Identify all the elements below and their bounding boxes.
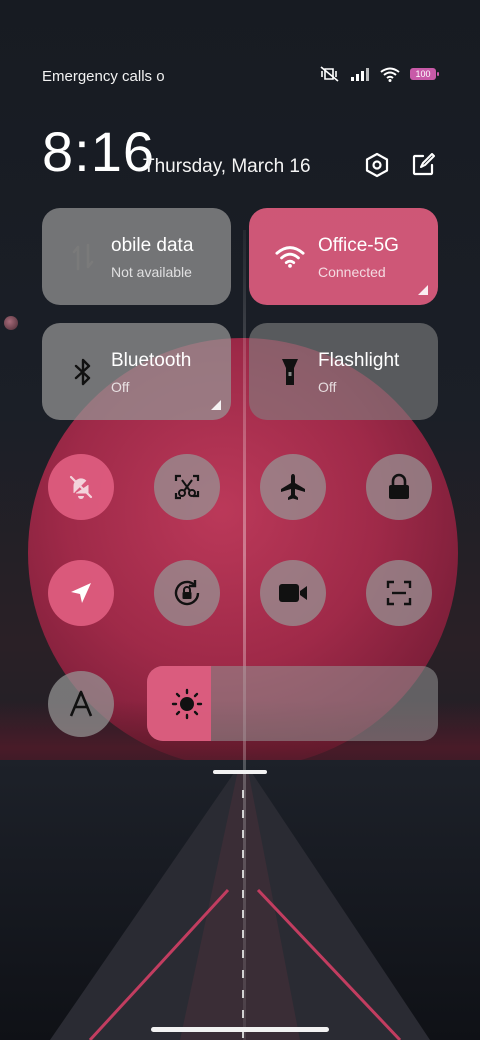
screenshot-toggle[interactable] bbox=[154, 454, 220, 520]
scissors-icon bbox=[174, 474, 200, 500]
wifi-subtitle: Connected bbox=[318, 264, 386, 280]
letter-a-icon bbox=[69, 690, 93, 717]
settings-button[interactable] bbox=[362, 150, 392, 180]
screen-recorder-toggle[interactable] bbox=[260, 560, 326, 626]
home-indicator[interactable] bbox=[151, 1027, 329, 1032]
location-arrow-icon bbox=[71, 583, 91, 603]
silent-mode-toggle[interactable] bbox=[48, 454, 114, 520]
airplane-mode-toggle[interactable] bbox=[260, 454, 326, 520]
flashlight-tile[interactable]: Flashlight Off bbox=[249, 323, 438, 420]
bell-off-icon bbox=[69, 475, 93, 499]
signal-icon bbox=[351, 68, 369, 81]
flashlight-title: Flashlight bbox=[318, 350, 400, 371]
wifi-icon bbox=[275, 242, 305, 272]
flashlight-subtitle: Off bbox=[318, 379, 337, 395]
clock: 8:16 bbox=[42, 120, 155, 183]
data-arrows-icon bbox=[68, 242, 98, 272]
rotation-lock-toggle[interactable] bbox=[154, 560, 220, 626]
wifi-status-icon bbox=[380, 67, 400, 82]
wifi-expand-corner[interactable] bbox=[418, 285, 428, 295]
scan-icon bbox=[386, 580, 412, 606]
airplane-icon bbox=[281, 474, 305, 500]
mobile-data-title: obile data bbox=[111, 235, 194, 256]
road bbox=[50, 770, 430, 1040]
vibrate-off-icon bbox=[320, 66, 339, 82]
battery-icon: 100 bbox=[410, 68, 439, 80]
bluetooth-title: Bluetooth bbox=[111, 350, 192, 371]
hexagon-settings-icon bbox=[365, 152, 389, 178]
date: Thursday, March 16 bbox=[143, 156, 311, 177]
panel-drag-handle[interactable] bbox=[213, 770, 267, 774]
lock-icon bbox=[389, 473, 409, 499]
font-size-toggle[interactable] bbox=[48, 671, 114, 737]
mobile-data-tile[interactable]: obile data Not available bbox=[42, 208, 231, 305]
location-toggle[interactable] bbox=[48, 560, 114, 626]
bluetooth-icon bbox=[68, 357, 98, 387]
brightness-slider[interactable] bbox=[147, 666, 438, 741]
bluetooth-expand-corner[interactable] bbox=[211, 400, 221, 410]
wifi-title: Office-5G bbox=[318, 235, 399, 256]
edit-button[interactable] bbox=[408, 150, 438, 180]
lock-screen-toggle[interactable] bbox=[366, 454, 432, 520]
light-beam bbox=[243, 230, 246, 1040]
flashlight-icon bbox=[275, 357, 305, 387]
scanner-toggle[interactable] bbox=[366, 560, 432, 626]
rotation-lock-icon bbox=[174, 580, 200, 606]
small-moon bbox=[4, 316, 18, 330]
video-camera-icon bbox=[279, 584, 307, 602]
bluetooth-subtitle: Off bbox=[111, 379, 130, 395]
bluetooth-tile[interactable]: Bluetooth Off bbox=[42, 323, 231, 420]
mobile-data-subtitle: Not available bbox=[111, 264, 192, 280]
edit-icon bbox=[412, 153, 435, 176]
status-icons: 100 bbox=[320, 66, 439, 82]
wifi-tile[interactable]: Office-5G Connected bbox=[249, 208, 438, 305]
carrier-status-text: Emergency calls o bbox=[42, 68, 165, 85]
sun-icon bbox=[171, 688, 203, 720]
